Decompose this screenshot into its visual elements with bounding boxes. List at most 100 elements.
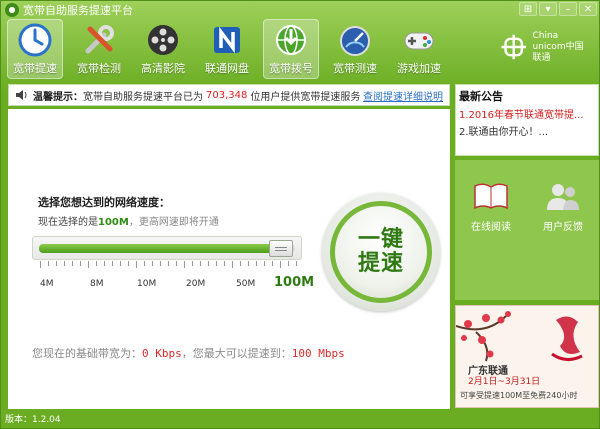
notice-text-after: 位用户提供宽带提速服务 bbox=[250, 91, 361, 103]
bandwidth-info: 您现在的基础带宽为：0 Kbps，您最大可以提速到：100 Mbps bbox=[32, 345, 345, 361]
tab-label: 联通网盘 bbox=[205, 62, 249, 75]
slider-ticks bbox=[32, 261, 304, 269]
speed-tick-labels: 4M 8M 10M 20M 50M 100M bbox=[32, 275, 314, 295]
user-feedback-button[interactable]: 用户反馈 bbox=[543, 180, 583, 233]
tab-broadband-check[interactable]: 宽带检测 bbox=[71, 19, 127, 79]
close-button[interactable]: ✕ bbox=[579, 2, 597, 16]
slider-tick bbox=[40, 261, 41, 268]
window-title: 宽带自助服务提速平台 bbox=[23, 4, 133, 17]
bandwidth-middle: ，您最大可以提速到： bbox=[181, 347, 292, 360]
slider-tick bbox=[80, 261, 81, 266]
tick-label: 4M bbox=[40, 279, 54, 289]
tab-netdisk[interactable]: 联通网盘 bbox=[199, 19, 255, 79]
boost-panel: 选择您想达到的网络速度： 现在选择的是100M，更高网速即将开通 4M 8M 1… bbox=[8, 109, 450, 409]
clock-icon bbox=[16, 22, 54, 58]
slider-tick bbox=[56, 261, 57, 266]
slider-tick bbox=[176, 261, 177, 266]
slider-fill bbox=[39, 244, 278, 253]
app-logo-icon bbox=[5, 3, 19, 17]
tab-label: 高清影院 bbox=[141, 62, 185, 75]
title-bar: 宽带自助服务提速平台 ⊞ ▾ – ✕ bbox=[1, 1, 599, 19]
promo-banner[interactable]: 广东联通 2月1日~3月31日 可享受提速100M至免费240小时 bbox=[455, 305, 599, 408]
online-reading-button[interactable]: 在线阅读 bbox=[471, 180, 511, 233]
minimize-button[interactable]: – bbox=[559, 2, 577, 16]
tools-icon bbox=[80, 22, 118, 58]
slider-tick bbox=[184, 261, 185, 268]
tick-label: 10M bbox=[137, 279, 157, 289]
announcement-item[interactable]: 1.2016年春节联通宽带提... bbox=[459, 106, 597, 121]
tab-broadband-dial[interactable]: 宽带拨号 bbox=[263, 19, 319, 79]
slider-tick bbox=[216, 261, 217, 266]
slider-tick bbox=[264, 261, 265, 266]
boost-line-2: 提速 bbox=[357, 251, 404, 276]
skin-button[interactable]: ⊞ bbox=[519, 2, 537, 16]
tick-label-selected: 100M bbox=[274, 275, 315, 290]
slider-tick bbox=[64, 261, 65, 266]
tick-label: 50M bbox=[236, 279, 256, 289]
slider-tick bbox=[144, 261, 145, 266]
announcements-panel: 最新公告 1.2016年春节联通宽带提... 2.联通由你开心！... bbox=[455, 84, 599, 156]
service-label: 用户反馈 bbox=[543, 222, 583, 233]
tick-label: 20M bbox=[186, 279, 206, 289]
slider-tick bbox=[256, 261, 257, 266]
globe-icon bbox=[272, 22, 310, 58]
service-label: 在线阅读 bbox=[471, 222, 511, 233]
announcement-item[interactable]: 2.联通由你开心！... bbox=[459, 123, 597, 138]
promo-date: 2月1日~3月31日 bbox=[468, 377, 541, 387]
slider-track bbox=[39, 244, 295, 253]
tab-label: 游戏加速 bbox=[397, 62, 441, 75]
netdisk-icon bbox=[208, 22, 246, 58]
notice-bar: 温馨提示： 宽带自助服务提速平台已为 703,348 位用户提供宽带提速服务 查… bbox=[8, 84, 450, 106]
brand-text: China unicom中国联通 bbox=[532, 31, 589, 64]
promo-description: 可享受提速100M至免费240小时 bbox=[460, 391, 578, 400]
tab-broadband-boost[interactable]: 宽带提速 bbox=[7, 19, 63, 79]
speed-slider[interactable] bbox=[32, 236, 302, 260]
user-count: 703,348 bbox=[206, 89, 248, 101]
tab-hd-cinema[interactable]: 高清影院 bbox=[135, 19, 191, 79]
book-icon bbox=[471, 180, 511, 212]
slider-tick bbox=[200, 261, 201, 266]
speed-select-title: 选择您想达到的网络速度： bbox=[38, 196, 170, 209]
china-unicom-logo: China unicom中国联通 bbox=[499, 27, 589, 67]
slider-tick bbox=[296, 261, 297, 266]
slider-tick bbox=[112, 261, 113, 266]
current-speed-text: 现在选择的是100M，更高网速即将开通 bbox=[38, 213, 219, 228]
speedometer-icon bbox=[336, 22, 374, 58]
users-icon bbox=[543, 180, 583, 212]
menu-button[interactable]: ▾ bbox=[539, 2, 557, 16]
slider-tick bbox=[208, 261, 209, 266]
slider-tick bbox=[136, 261, 137, 268]
slider-tick bbox=[272, 261, 273, 266]
slider-tick bbox=[48, 261, 49, 266]
tab-speed-test[interactable]: 宽带测速 bbox=[327, 19, 383, 79]
slider-tick bbox=[96, 261, 97, 266]
slider-tick bbox=[248, 261, 249, 266]
announcements-title: 最新公告 bbox=[459, 90, 503, 103]
unicom-knot-icon bbox=[501, 34, 526, 60]
tab-label: 宽带拨号 bbox=[269, 62, 313, 75]
brand-line-2: unicom中国联通 bbox=[532, 41, 584, 63]
slider-tick bbox=[168, 261, 169, 266]
slider-tick bbox=[280, 261, 281, 268]
slider-tick bbox=[160, 261, 161, 266]
slider-tick bbox=[152, 261, 153, 266]
slider-tick bbox=[224, 261, 225, 266]
tick-label: 8M bbox=[90, 279, 104, 289]
slider-tick bbox=[232, 261, 233, 268]
tab-label: 宽带检测 bbox=[77, 62, 121, 75]
boost-line-1: 一键 bbox=[357, 227, 404, 252]
base-bandwidth: 0 Kbps bbox=[142, 347, 182, 360]
app-window: 宽带自助服务提速平台 ⊞ ▾ – ✕ 宽带提速 宽带检测 高清影院 联通网盘 宽… bbox=[0, 0, 600, 429]
bandwidth-prefix: 您现在的基础带宽为： bbox=[32, 347, 142, 360]
current-suffix: ，更高网速即将开通 bbox=[128, 217, 219, 228]
slider-tick bbox=[128, 261, 129, 266]
slider-handle[interactable] bbox=[269, 240, 293, 257]
tab-game-boost[interactable]: 游戏加速 bbox=[391, 19, 447, 79]
notice-text-before: 宽带自助服务提速平台已为 bbox=[83, 91, 203, 103]
services-panel: 在线阅读 用户反馈 bbox=[455, 160, 599, 300]
one-click-boost-button[interactable]: 一键 提速 bbox=[330, 201, 432, 303]
gamepad-icon bbox=[400, 22, 438, 58]
tab-label: 宽带测速 bbox=[333, 62, 377, 75]
current-prefix: 现在选择的是 bbox=[38, 217, 98, 228]
boost-details-link[interactable]: 查阅提速详细说明 bbox=[363, 88, 443, 103]
